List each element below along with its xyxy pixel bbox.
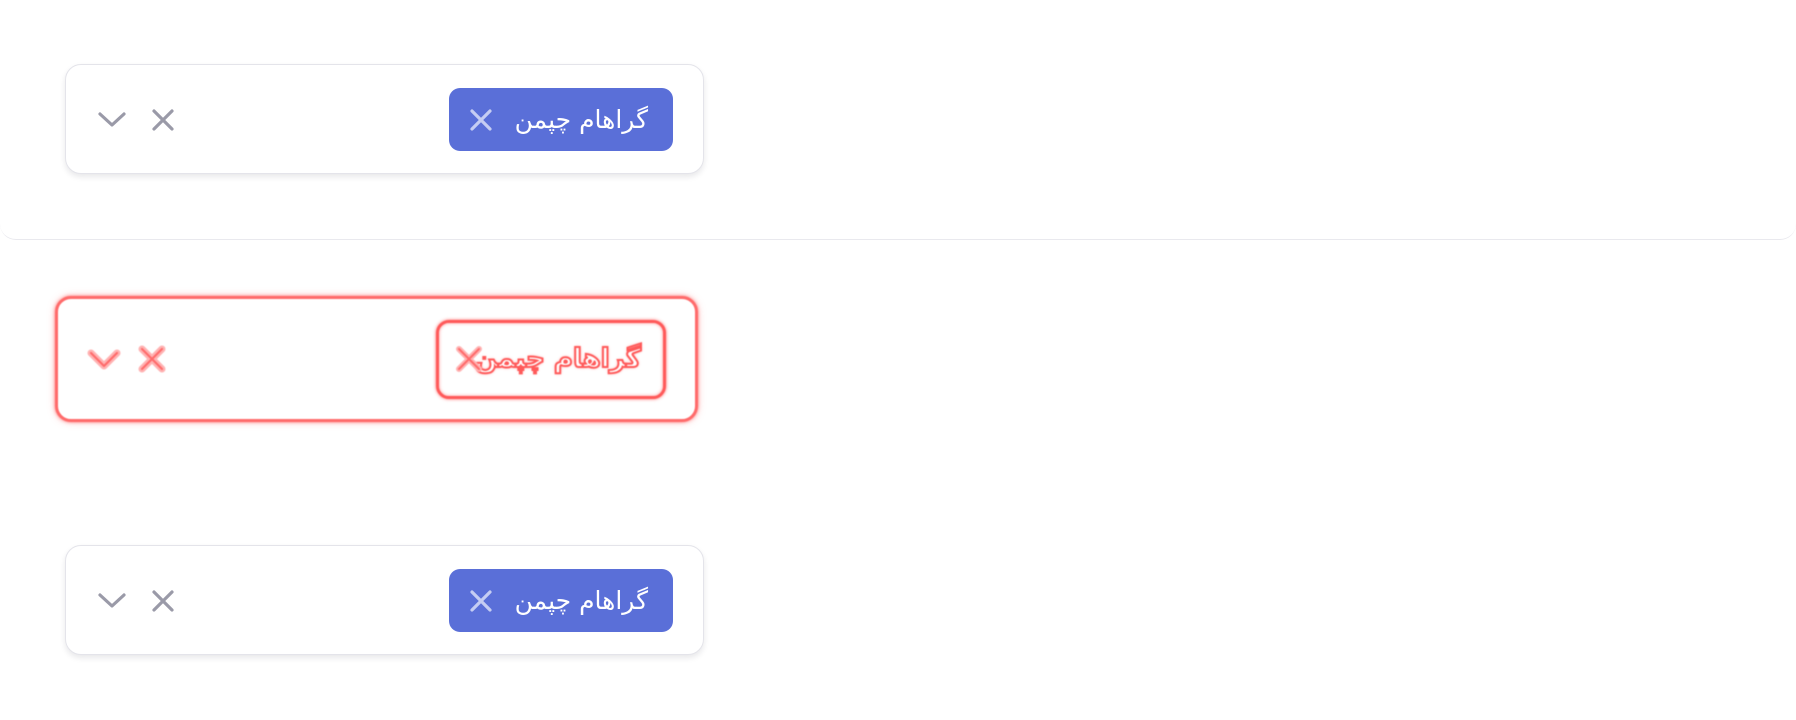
- example-section-default: گراهام چپمن: [0, 0, 1796, 240]
- page: گراهام چپمن گراهام چپمن گراهام چپمن: [0, 0, 1796, 720]
- multi-select[interactable]: گراهام چپمن: [65, 545, 704, 655]
- selected-chip-label: گراهام چپمن: [514, 105, 648, 134]
- close-icon[interactable]: [456, 344, 484, 372]
- selected-chip: گراهام چپمن: [449, 569, 673, 632]
- close-icon[interactable]: [134, 341, 170, 377]
- close-icon[interactable]: [467, 106, 495, 134]
- multi-select[interactable]: گراهام چپمن: [65, 64, 704, 174]
- close-icon[interactable]: [467, 587, 495, 615]
- selected-chip-label: گراهام چپمن: [474, 343, 642, 375]
- close-icon[interactable]: [145, 583, 181, 619]
- chevron-down-icon[interactable]: [85, 341, 121, 377]
- chevron-down-icon[interactable]: [94, 102, 130, 138]
- selected-chip-label: گراهام چپمن: [514, 586, 648, 615]
- chevron-down-icon[interactable]: [94, 583, 130, 619]
- multi-select-error[interactable]: گراهام چپمن: [55, 296, 698, 422]
- selected-chip: گراهام چپمن: [436, 320, 666, 399]
- close-icon[interactable]: [145, 102, 181, 138]
- selected-chip: گراهام چپمن: [449, 88, 673, 151]
